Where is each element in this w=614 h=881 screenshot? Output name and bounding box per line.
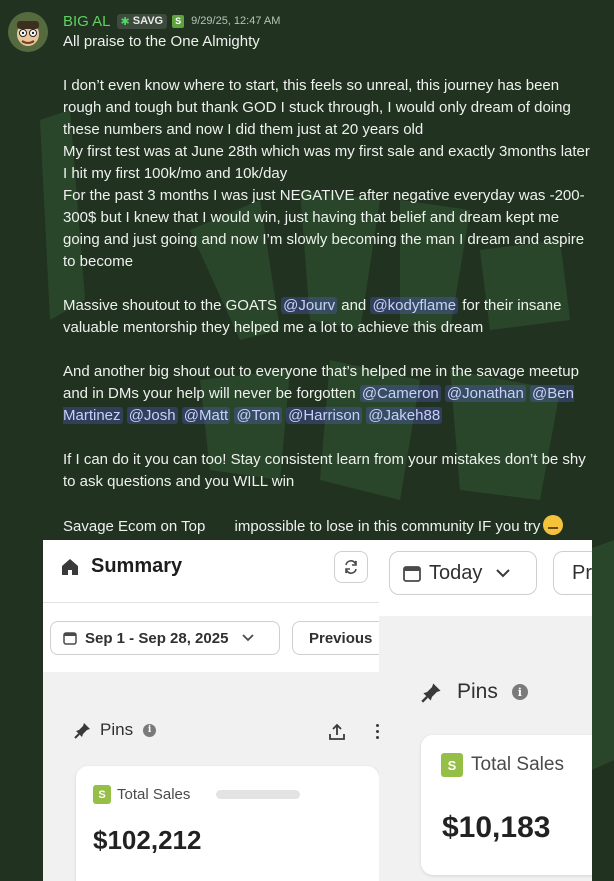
message-paragraph-shoutout: Massive shoutout to the GOATS @Jourv and… (63, 295, 598, 339)
header-divider (43, 602, 379, 603)
card-header: S Total Sales (93, 785, 301, 804)
message-paragraph-closing: Savage Ecom on Top impossible to lose in… (63, 515, 598, 538)
mention-cameron[interactable]: @Cameron (359, 385, 441, 402)
pins-section-header: Pins i (421, 680, 528, 704)
total-sales-title: Total Sales (471, 754, 564, 775)
message-line-1: All praise to the One Almighty (63, 33, 260, 50)
message-paragraph-thanks: And another big shout out to everyone th… (63, 361, 598, 427)
shopify-bag-icon: S (93, 785, 111, 804)
calendar-icon (403, 566, 421, 582)
calendar-icon (63, 632, 77, 645)
mention-kodyflame[interactable]: @kodyflame (370, 297, 459, 314)
pin-icon (421, 683, 441, 703)
info-icon[interactable]: i (143, 723, 157, 737)
shopify-role-icon[interactable]: S (172, 14, 185, 28)
compare-period-picker[interactable]: Previous (292, 621, 379, 655)
total-sales-value: $10,183 (442, 811, 551, 844)
mention-harrison[interactable]: @Harrison (286, 407, 363, 424)
date-range-label: Sep 1 - Sep 28, 2025 (85, 629, 229, 647)
username[interactable]: BIG AL (63, 13, 111, 30)
emoji-saluting-face-icon (543, 515, 564, 535)
server-tag[interactable]: ✱ SAVG (116, 13, 168, 29)
shopify-bag-icon: S (441, 753, 463, 777)
total-sales-card[interactable]: S Total Sales $10,183 (421, 735, 592, 875)
pins-section-header: Pins i (74, 720, 157, 740)
compare-chip-label: Pr (572, 561, 592, 584)
compare-chip-truncated[interactable]: Pr (553, 551, 592, 595)
chevron-down-icon (242, 634, 255, 642)
message-paragraph-journey: I don’t even know where to start, this f… (63, 77, 571, 138)
server-tag-label: SAVG (132, 15, 164, 27)
loading-skeleton-bar (216, 790, 301, 799)
attachment-today-screenshot[interactable]: Today Pr Pins i S Total Sales $10,183 (379, 540, 592, 881)
clan-tag-icon: ✱ (120, 15, 130, 28)
total-sales-title: Total Sales (117, 786, 191, 803)
refresh-button[interactable] (334, 551, 368, 583)
date-range-picker[interactable]: Sep 1 - Sep 28, 2025 (50, 621, 280, 655)
closing-text: Savage Ecom on Top impossible to lose in… (63, 518, 541, 535)
refresh-icon (345, 560, 357, 574)
compare-label: Previous (309, 629, 373, 647)
message-paragraph-encourage: If I can do it you can too! Stay consist… (63, 451, 586, 490)
shoutout-text-b: and (341, 297, 367, 314)
avatar-image (8, 12, 48, 52)
mention-tom[interactable]: @Tom (234, 407, 282, 424)
home-icon (62, 558, 78, 575)
pins-label: Pins (100, 720, 134, 739)
info-icon[interactable]: i (511, 684, 528, 700)
pins-label: Pins (457, 680, 498, 703)
today-date-picker[interactable]: Today (389, 551, 537, 595)
mention-jakeh88[interactable]: @Jakeh88 (366, 407, 443, 424)
mention-josh[interactable]: @Josh (126, 407, 178, 424)
mention-jourv[interactable]: @Jourv (281, 297, 338, 314)
pin-icon (74, 723, 90, 739)
attachment-summary-screenshot[interactable]: Summary Sep 1 - Sep 28, 2025 Previous Pi… (43, 540, 379, 881)
summary-header: Summary (59, 555, 182, 578)
export-icon[interactable] (327, 722, 347, 742)
mention-matt[interactable]: @Matt (181, 407, 231, 424)
mention-jonathan[interactable]: @Jonathan (444, 385, 526, 402)
message-header: BIG AL ✱ SAVG S 9/29/25, 12:47 AM (63, 12, 280, 30)
summary-title: Summary (91, 555, 183, 577)
total-sales-card[interactable]: S Total Sales $102,212 (76, 766, 379, 881)
user-avatar[interactable] (8, 12, 48, 52)
today-label: Today (429, 561, 483, 584)
card-header: S Total Sales (441, 753, 564, 777)
message-timestamp: 9/29/25, 12:47 AM (191, 15, 281, 27)
chevron-down-icon (496, 568, 511, 577)
total-sales-value: $102,212 (93, 825, 202, 855)
shoutout-text-a: Massive shoutout to the GOATS (63, 297, 277, 314)
message-paragraph-negative: For the past 3 months I was just NEGATIV… (63, 187, 585, 270)
message-paragraph-first-test: My first test was at June 28th which was… (63, 143, 590, 182)
